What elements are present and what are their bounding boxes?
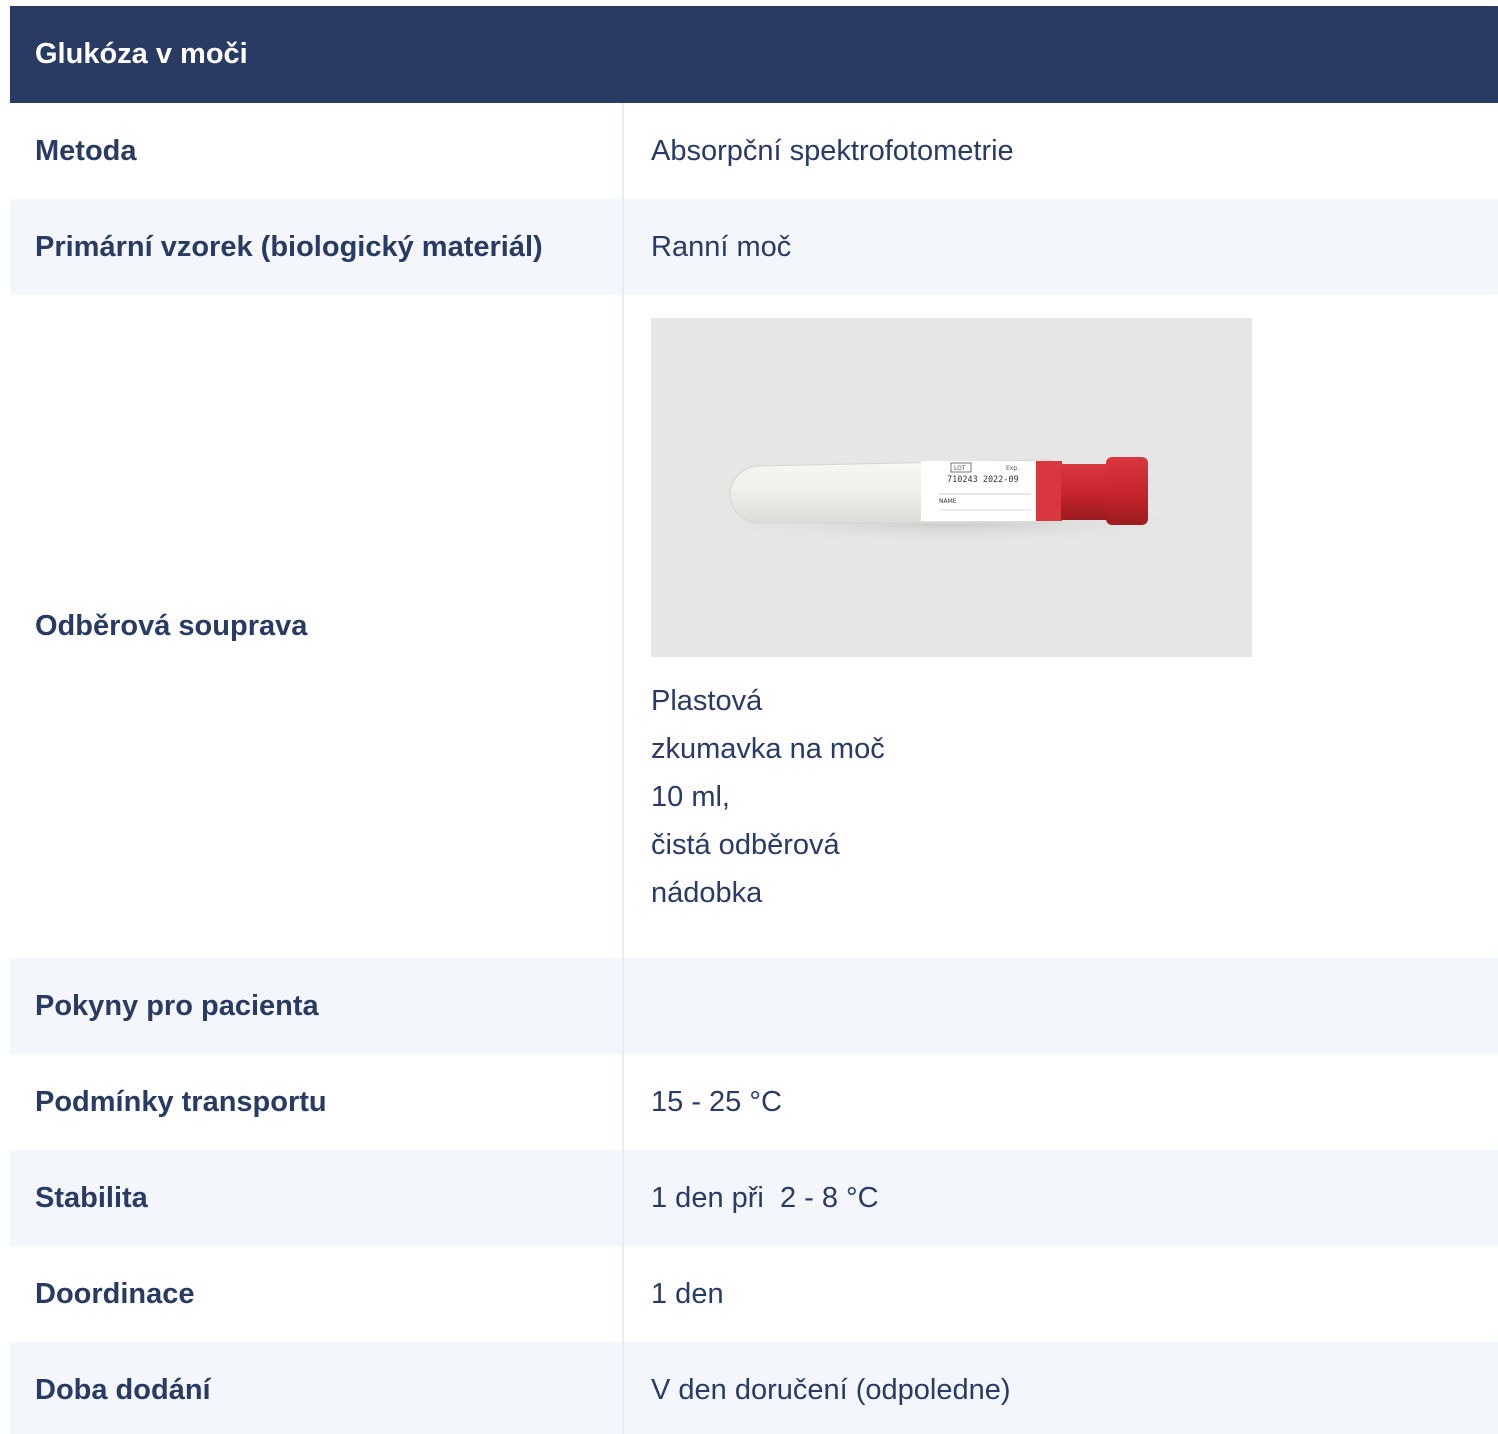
table-row-metoda: Metoda Absorpční spektrofotometrie (10, 103, 1498, 199)
test-title: Glukóza v moči (35, 38, 248, 70)
table-row-pokyny: Pokyny pro pacienta (10, 958, 1498, 1054)
row-label: Doordinace (10, 1246, 624, 1342)
row-label: Odběrová souprava (10, 295, 624, 958)
row-value: 1 den při 2 - 8 °C (651, 1181, 879, 1214)
row-label: Doba dodání (10, 1342, 624, 1434)
table-row-odberova-souprava: Odběrová souprava LOT Exp. 710243 2022-0… (10, 295, 1498, 958)
svg-text:710243 2022-09: 710243 2022-09 (947, 475, 1019, 485)
kit-description-line: 10 ml, (651, 781, 730, 813)
kit-description-line: zkumavka na moč (651, 733, 885, 765)
row-value: 1 den (651, 1277, 724, 1310)
svg-text:LOT: LOT (954, 465, 966, 472)
test-detail-card: Glukóza v moči Metoda Absorpční spektrof… (10, 6, 1498, 1434)
urine-tube-illustration: LOT Exp. 710243 2022-09 NAME (701, 457, 1201, 545)
kit-description-line: čistá odběrová (651, 829, 840, 861)
kit-description: Plastová zkumavka na moč 10 ml, čistá od… (651, 677, 1498, 917)
table-row-transport: Podmínky transportu 15 - 25 °C (10, 1054, 1498, 1150)
collection-tube-image: LOT Exp. 710243 2022-09 NAME (651, 318, 1252, 657)
row-value: V den doručení (odpoledne) (651, 1373, 1011, 1406)
svg-text:Exp.: Exp. (1006, 465, 1019, 472)
row-label: Stabilita (10, 1150, 624, 1246)
row-value (624, 958, 1498, 1054)
table-header: Glukóza v moči (10, 6, 1498, 103)
row-value: Absorpční spektrofotometrie (651, 134, 1014, 167)
kit-description-line: Plastová (651, 685, 763, 717)
table-row-doordinace: Doordinace 1 den (10, 1246, 1498, 1342)
row-label: Primární vzorek (biologický materiál) (10, 199, 624, 295)
svg-text:NAME: NAME (939, 498, 957, 505)
table-row-primarni-vzorek: Primární vzorek (biologický materiál) Ra… (10, 199, 1498, 295)
kit-description-line: nádobka (651, 877, 763, 909)
row-value: Ranní moč (651, 230, 792, 263)
table-row-doba-dodani: Doba dodání V den doručení (odpoledne) (10, 1342, 1498, 1434)
row-label: Pokyny pro pacienta (10, 958, 624, 1054)
row-label: Podmínky transportu (10, 1054, 624, 1150)
table-row-stabilita: Stabilita 1 den při 2 - 8 °C (10, 1150, 1498, 1246)
row-value: LOT Exp. 710243 2022-09 NAME Plastová zk… (624, 295, 1498, 958)
row-label: Metoda (10, 103, 624, 199)
row-value: 15 - 25 °C (651, 1085, 782, 1118)
